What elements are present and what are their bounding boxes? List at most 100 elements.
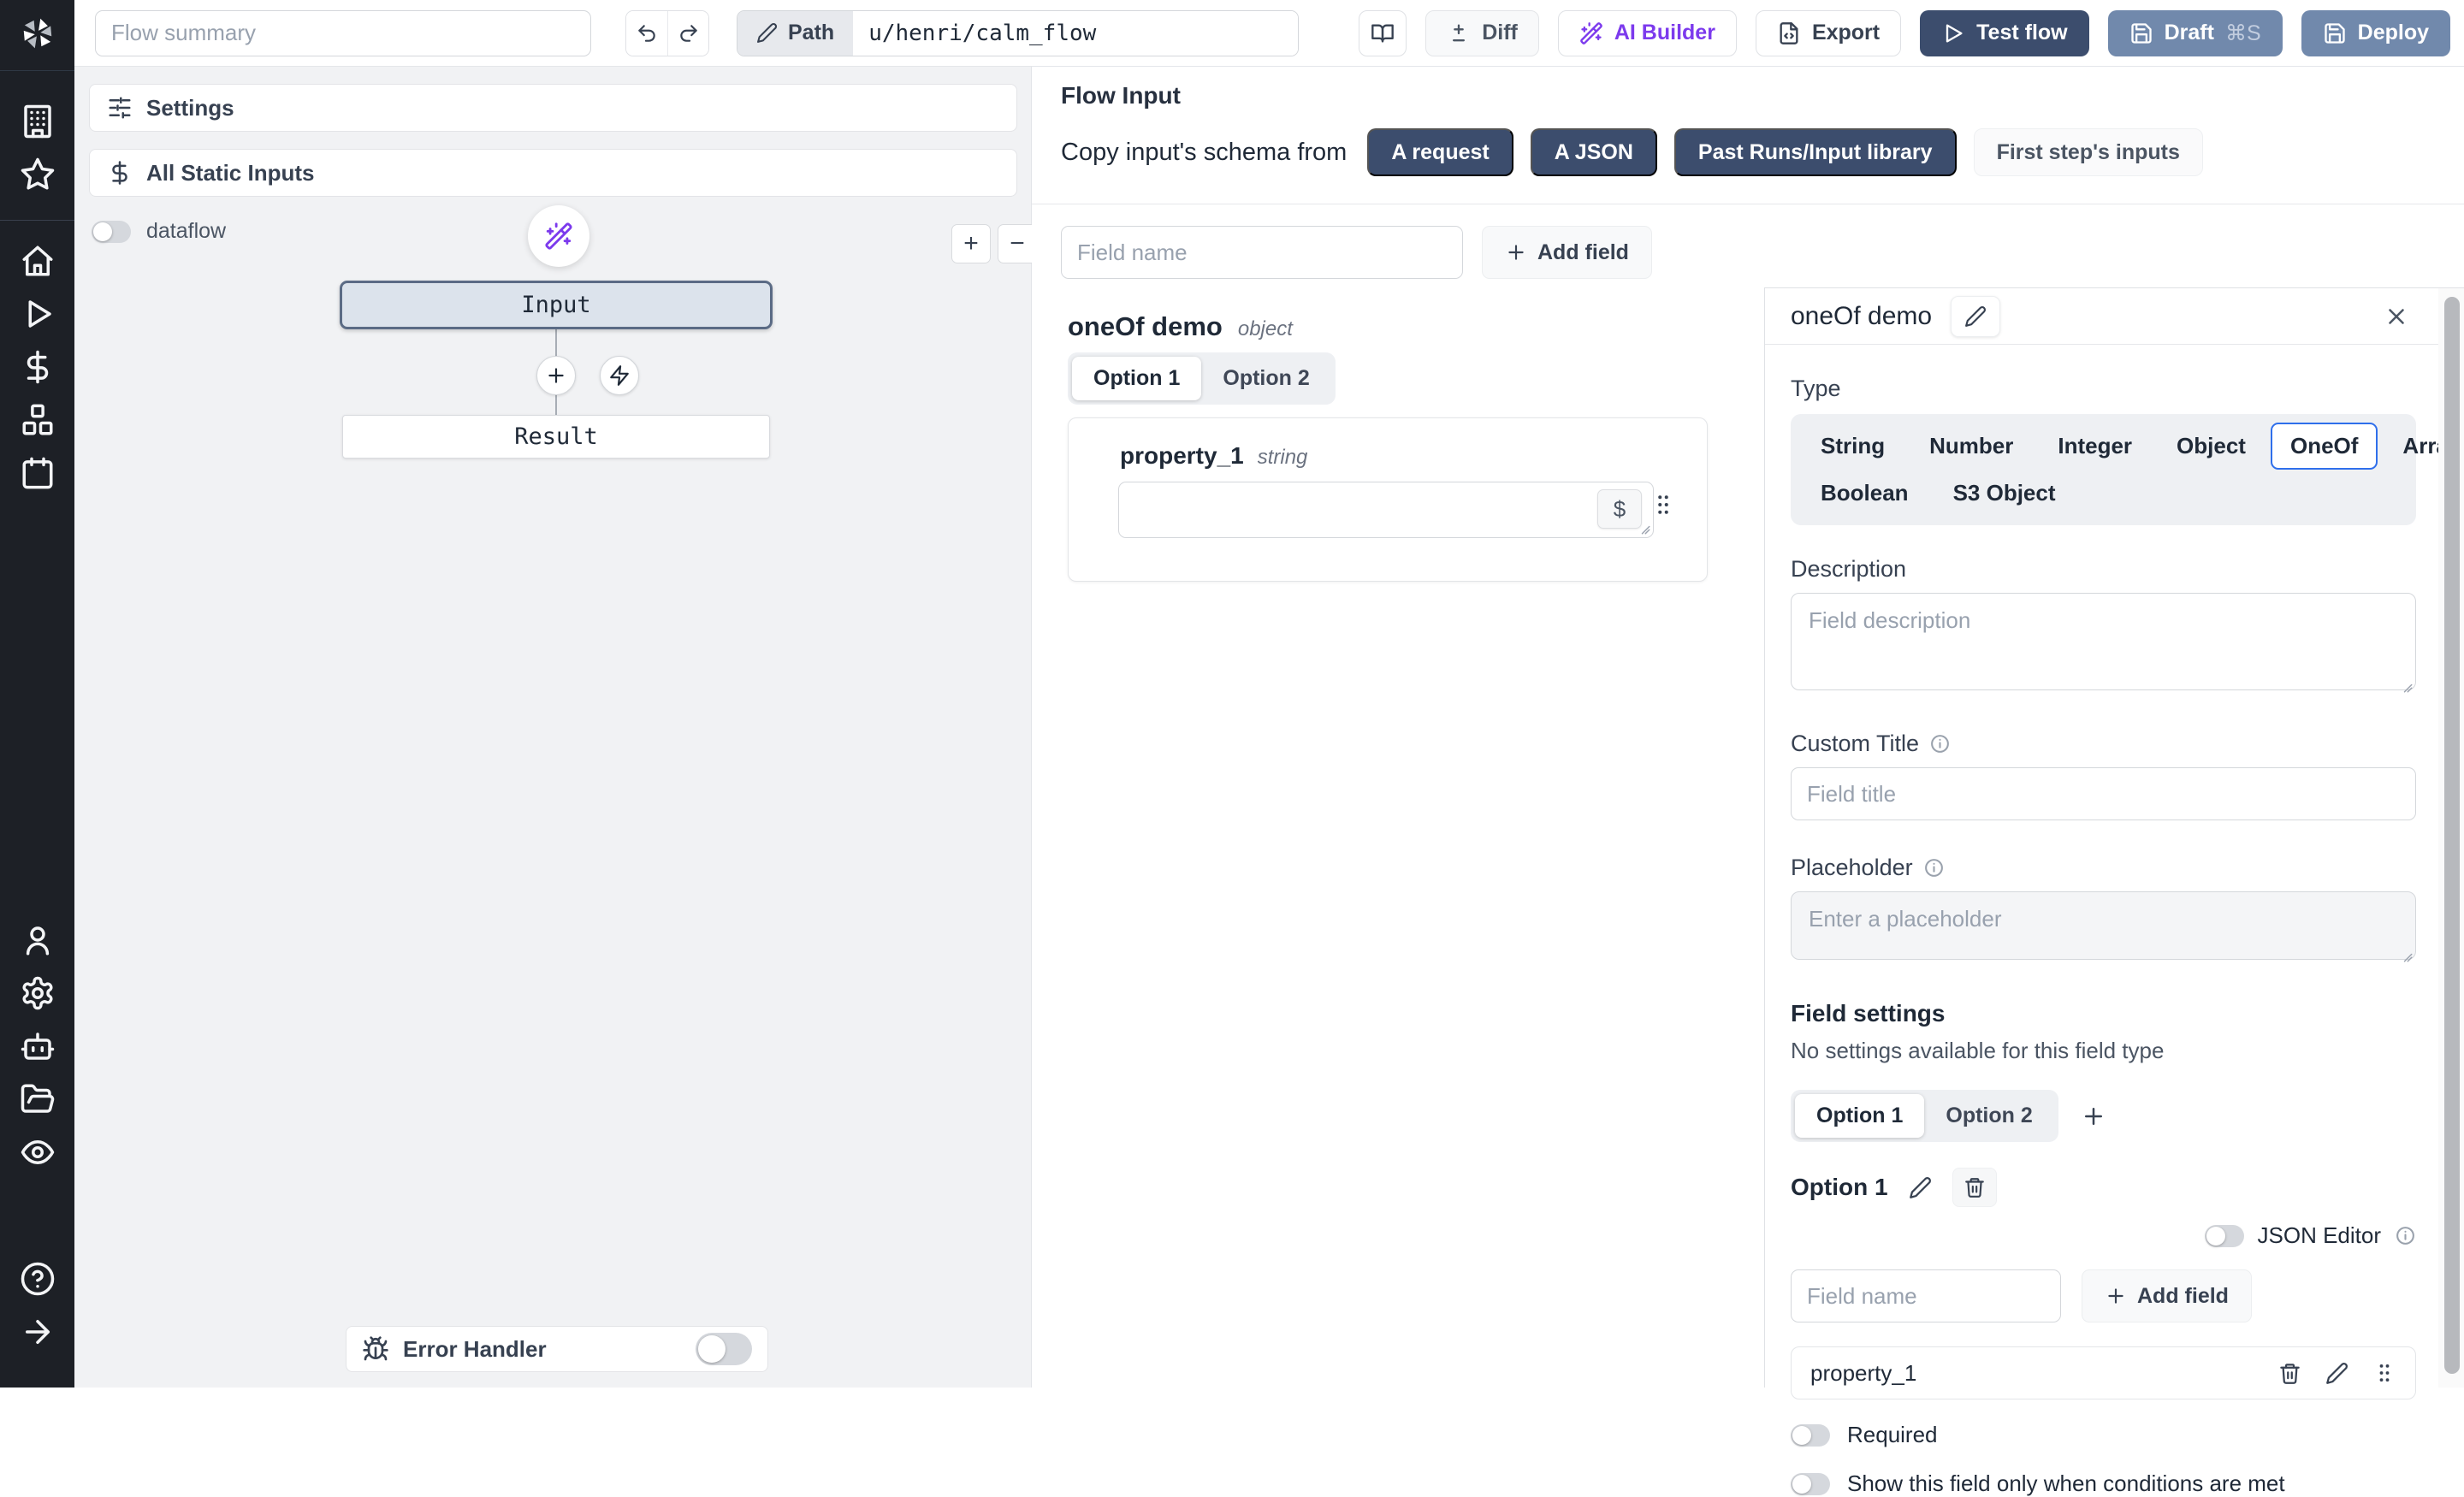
sidebar-item-home[interactable] <box>18 241 57 281</box>
scrollbar-track[interactable] <box>2438 288 2464 1388</box>
tab-option-1[interactable]: Option 1 <box>1072 357 1201 400</box>
sidebar-item-help[interactable] <box>18 1259 57 1299</box>
tab-option-2[interactable]: Option 2 <box>1201 357 1330 400</box>
edit-option-button[interactable] <box>1909 1176 1932 1199</box>
editor-property-row[interactable]: property_1 <box>1791 1346 2416 1399</box>
type-string-button[interactable]: String <box>1801 423 1904 470</box>
description-input[interactable] <box>1791 593 2416 690</box>
conditions-label: Show this field only when conditions are… <box>1847 1470 2285 1497</box>
home-icon <box>20 243 56 279</box>
copy-from-request-button[interactable]: A request <box>1367 128 1513 176</box>
info-icon[interactable] <box>1923 857 1945 879</box>
add-trigger-button[interactable] <box>600 356 639 395</box>
delete-option-button[interactable] <box>1952 1168 1997 1207</box>
required-toggle[interactable] <box>1791 1424 1830 1447</box>
info-icon[interactable] <box>1929 733 1951 754</box>
resize-handle-icon[interactable] <box>2398 948 2414 963</box>
info-icon[interactable] <box>2395 1225 2416 1246</box>
field-name-input[interactable] <box>1061 226 1463 279</box>
resize-handle-icon[interactable] <box>2398 678 2414 694</box>
required-label: Required <box>1847 1422 1938 1448</box>
result-node[interactable]: Result <box>342 415 770 459</box>
flow-settings-button[interactable]: Settings <box>89 84 1017 132</box>
export-button[interactable]: Export <box>1756 10 1901 56</box>
test-flow-button[interactable]: Test flow <box>1920 10 2088 56</box>
error-handler-toggle[interactable] <box>696 1333 752 1365</box>
sidebar-item-favorites[interactable] <box>18 155 57 194</box>
copy-from-json-button[interactable]: A JSON <box>1531 128 1657 176</box>
edit-property-button[interactable] <box>2325 1362 2348 1385</box>
copy-from-past-runs-button[interactable]: Past Runs/Input library <box>1674 128 1957 176</box>
editor-field-name-input[interactable] <box>1791 1269 2061 1322</box>
book-open-icon <box>1371 21 1395 45</box>
property-name: property_1 <box>1120 442 1244 470</box>
sidebar-item-audit[interactable] <box>18 1133 57 1172</box>
type-number-button[interactable]: Number <box>1910 423 2033 470</box>
plus-icon <box>1505 241 1527 263</box>
custom-title-input[interactable] <box>1791 767 2416 820</box>
editor-tab-option-2[interactable]: Option 2 <box>1924 1094 2053 1138</box>
folder-icon <box>20 1081 56 1117</box>
path-input[interactable] <box>853 11 1298 56</box>
sidebar-item-workspace[interactable] <box>18 102 57 141</box>
sidebar-item-variables[interactable] <box>18 347 57 387</box>
type-object-button[interactable]: Object <box>2157 423 2266 470</box>
close-panel-button[interactable] <box>2384 304 2409 329</box>
property-value-input[interactable] <box>1118 482 1654 538</box>
windmill-logo[interactable] <box>15 10 60 55</box>
sidebar-item-workers[interactable] <box>18 1027 57 1066</box>
edit-path-button[interactable]: Path <box>737 11 853 56</box>
star-icon <box>20 157 56 192</box>
pencil-icon <box>1909 1176 1932 1199</box>
redo-button[interactable] <box>667 11 708 56</box>
editor-add-field-button[interactable]: Add field <box>2082 1269 2252 1322</box>
error-handler-label: Error Handler <box>403 1336 682 1363</box>
field-editor-panel: oneOf demo Type String Number Integer Ob… <box>1764 287 2464 1388</box>
input-node[interactable]: Input <box>340 281 773 329</box>
docs-button[interactable] <box>1359 10 1407 56</box>
undo-button[interactable] <box>626 11 667 56</box>
conditions-toggle[interactable] <box>1791 1473 1830 1495</box>
placeholder-input[interactable] <box>1791 891 2416 960</box>
diff-button[interactable]: Diff <box>1425 10 1539 56</box>
type-s3object-button[interactable]: S3 Object <box>1934 470 2076 517</box>
zoom-in-button[interactable]: + <box>951 224 991 263</box>
calendar-icon <box>20 455 56 491</box>
sidebar-item-resources[interactable] <box>18 400 57 440</box>
sidebar-item-folders[interactable] <box>18 1080 57 1119</box>
flow-summary-input[interactable] <box>95 10 591 56</box>
property-row-drag-handle[interactable] <box>2372 1361 2396 1385</box>
type-integer-button[interactable]: Integer <box>2038 423 2152 470</box>
undo-redo-group <box>625 10 709 56</box>
property-drag-handle[interactable] <box>1650 492 1676 518</box>
resize-handle-icon[interactable] <box>1636 520 1651 535</box>
sidebar-item-runs[interactable] <box>18 294 57 334</box>
add-step-button[interactable] <box>536 356 576 395</box>
delete-property-button[interactable] <box>2278 1362 2301 1385</box>
sidebar-item-user[interactable] <box>18 920 57 960</box>
ai-builder-button[interactable]: AI Builder <box>1558 10 1737 56</box>
type-boolean-button[interactable]: Boolean <box>1801 470 1928 517</box>
editor-tab-option-1[interactable]: Option 1 <box>1795 1094 1924 1138</box>
error-handler-card[interactable]: Error Handler <box>346 1326 768 1372</box>
sidebar-item-schedules[interactable] <box>18 453 57 493</box>
undo-icon <box>636 22 658 44</box>
rename-field-button[interactable] <box>1951 296 2000 337</box>
deploy-button[interactable]: Deploy <box>2301 10 2450 56</box>
add-option-button[interactable] <box>2081 1104 2106 1129</box>
type-oneof-button[interactable]: OneOf <box>2271 423 2378 470</box>
scrollbar-thumb[interactable] <box>2444 297 2460 1374</box>
editor-property-name: property_1 <box>1810 1360 2254 1387</box>
draft-button[interactable]: Draft ⌘S <box>2108 10 2283 56</box>
copy-from-first-step-button[interactable]: First step's inputs <box>1974 128 2203 176</box>
sidebar-item-settings[interactable] <box>18 973 57 1013</box>
dataflow-toggle[interactable] <box>92 221 131 243</box>
all-static-inputs-button[interactable]: All Static Inputs <box>89 149 1017 197</box>
add-field-button[interactable]: Add field <box>1482 226 1652 279</box>
ai-flow-button[interactable] <box>528 205 589 267</box>
json-editor-toggle[interactable] <box>2205 1225 2244 1247</box>
custom-title-label: Custom Title <box>1791 731 2416 757</box>
sidebar-collapse-button[interactable] <box>18 1312 57 1352</box>
json-editor-label: JSON Editor <box>2258 1222 2382 1249</box>
diff-icon <box>1447 21 1471 45</box>
